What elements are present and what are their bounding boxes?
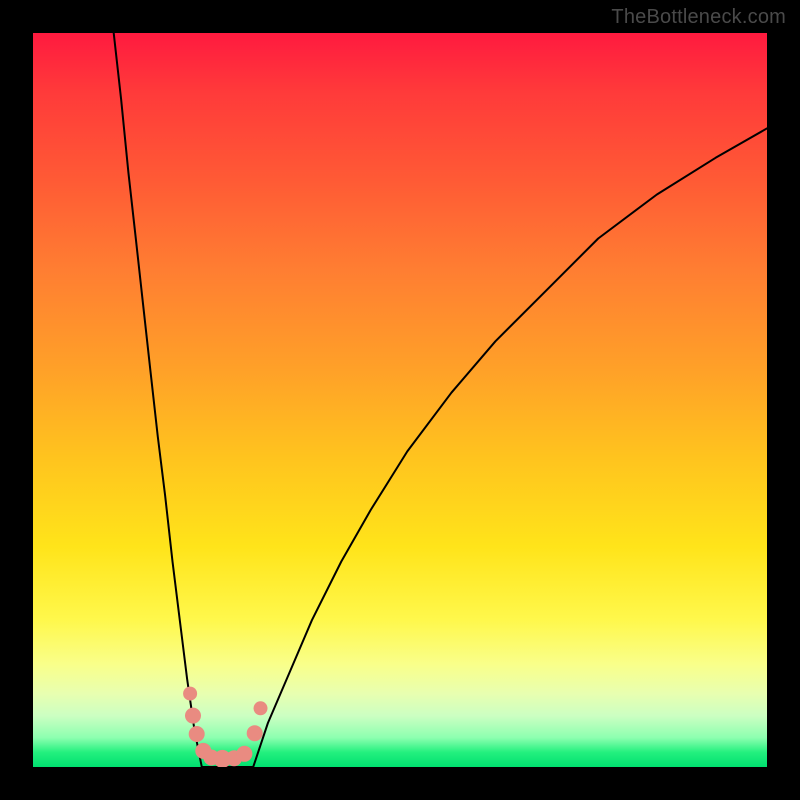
curve-layer bbox=[33, 33, 767, 767]
v-curve-path bbox=[114, 33, 767, 767]
marker-dot bbox=[236, 746, 252, 762]
marker-dot bbox=[247, 725, 263, 741]
marker-dot bbox=[254, 701, 268, 715]
outer-frame: TheBottleneck.com bbox=[0, 0, 800, 800]
marker-dot bbox=[183, 687, 197, 701]
marker-group bbox=[183, 687, 267, 767]
marker-dot bbox=[185, 708, 201, 724]
marker-dot bbox=[189, 726, 205, 742]
watermark-text: TheBottleneck.com bbox=[611, 6, 786, 29]
plot-area bbox=[33, 33, 767, 767]
